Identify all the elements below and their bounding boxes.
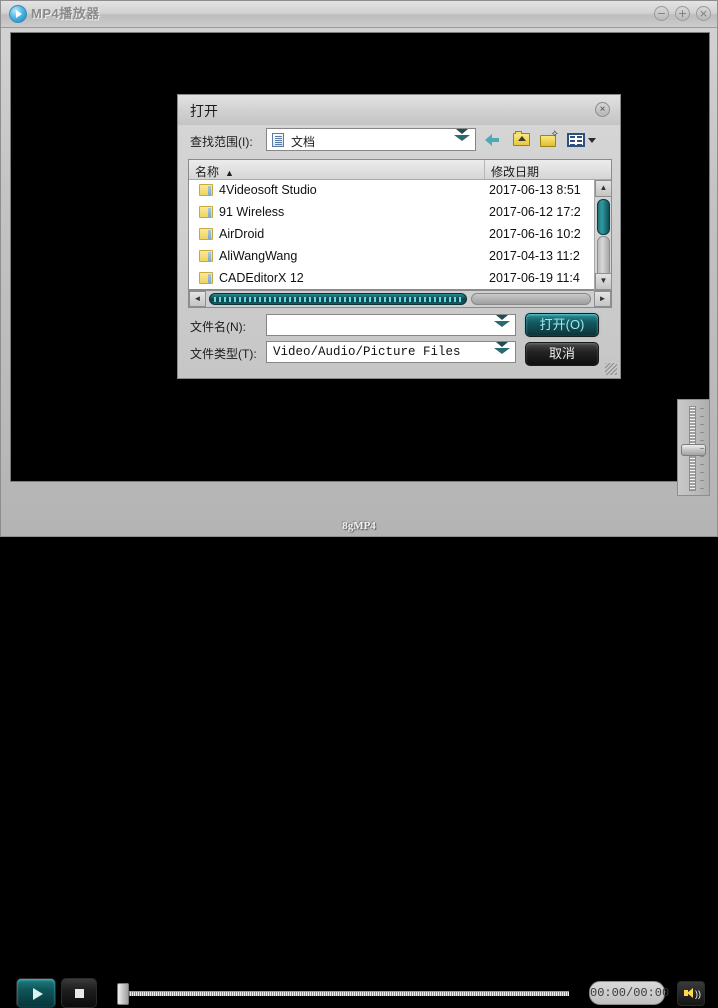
column-header-name-label: 名称: [195, 165, 220, 179]
folder-icon: [199, 206, 213, 218]
stop-button[interactable]: [61, 978, 97, 1008]
column-header-date[interactable]: 修改日期: [491, 163, 539, 180]
mp4-player-logo-icon: [9, 5, 27, 23]
scroll-down-button[interactable]: ▼: [595, 273, 612, 290]
table-row[interactable]: AirDroid 2017-06-16 10:2: [189, 224, 611, 246]
seek-slider[interactable]: [111, 978, 571, 1008]
look-in-label: 查找范围(I):: [190, 135, 253, 149]
file-name-cell: 91 Wireless: [219, 205, 285, 219]
resize-grip[interactable]: [605, 363, 617, 375]
file-type-chevron-down-icon[interactable]: [494, 342, 510, 354]
look-in-row: 查找范围(I): 文档 ✧: [178, 125, 620, 157]
look-in-combobox[interactable]: 文档: [266, 128, 476, 151]
up-folder-icon[interactable]: [511, 129, 533, 151]
maximize-button[interactable]: +: [675, 6, 690, 21]
play-button[interactable]: [16, 978, 56, 1008]
volume-tick-marks: [700, 408, 704, 490]
file-name-combobox[interactable]: [266, 314, 516, 336]
back-icon[interactable]: [484, 129, 506, 151]
folder-icon: [199, 228, 213, 240]
table-row[interactable]: 4Videosoft Studio 2017-06-13 8:51: [189, 180, 611, 202]
horizontal-scroll-thumb[interactable]: [209, 293, 467, 305]
open-file-dialog: 打开 × 查找范围(I): 文档 ✧ 名称 ▲ 修改日期 4Videosoft …: [177, 94, 621, 379]
sort-ascending-icon: ▲: [225, 168, 234, 178]
file-list-vertical-scrollbar[interactable]: ▲ ▼: [594, 180, 612, 290]
horizontal-scroll-track[interactable]: [471, 293, 591, 305]
window-controls: − + ×: [654, 6, 711, 21]
file-type-combobox[interactable]: Video/Audio/Picture Files: [266, 341, 516, 363]
chevron-down-icon[interactable]: [454, 129, 470, 141]
new-folder-icon[interactable]: ✧: [538, 129, 560, 151]
column-header-name[interactable]: 名称 ▲: [195, 163, 234, 180]
window-title: MP4播放器: [31, 6, 100, 21]
file-date-cell: 2017-04-13 11:2: [489, 249, 580, 263]
time-display: 00:00/00:00: [589, 981, 669, 1005]
file-list[interactable]: 名称 ▲ 修改日期 4Videosoft Studio 2017-06-13 8:…: [188, 159, 612, 290]
views-icon[interactable]: [566, 129, 596, 151]
file-type-value: Video/Audio/Picture Files: [273, 345, 461, 359]
table-row[interactable]: AliWangWang 2017-04-13 11:2: [189, 246, 611, 268]
file-list-rows: 4Videosoft Studio 2017-06-13 8:51 91 Wir…: [189, 180, 611, 290]
table-row[interactable]: 91 Wireless 2017-06-12 17:2: [189, 202, 611, 224]
cancel-button[interactable]: 取消: [525, 342, 599, 366]
speaker-waves-icon: )): [695, 989, 701, 999]
dialog-close-icon[interactable]: ×: [595, 102, 610, 117]
dialog-title: 打开: [190, 103, 218, 119]
file-name-cell: AliWangWang: [219, 249, 298, 263]
document-icon: [272, 133, 284, 147]
views-grid-glyph: [567, 133, 585, 147]
file-list-horizontal-scrollbar[interactable]: ◄ ►: [188, 290, 612, 308]
mp4-player-window: MP4播放器 − + × 8gMP4 00:00/00:00 )) 打开 × 查…: [0, 0, 718, 1008]
file-list-header: 名称 ▲ 修改日期: [189, 160, 611, 180]
file-name-cell: AirDroid: [219, 227, 265, 241]
folder-icon: [199, 250, 213, 262]
folder-icon: [199, 272, 213, 284]
column-divider[interactable]: [484, 160, 485, 179]
file-name-cell: 4Videosoft Studio: [219, 183, 317, 197]
vertical-scroll-thumb[interactable]: [597, 199, 610, 235]
seek-slider-track[interactable]: [129, 991, 569, 996]
file-type-label: 文件类型(T):: [190, 347, 257, 361]
file-date-cell: 2017-06-19 11:4: [489, 271, 580, 285]
file-name-label: 文件名(N):: [190, 320, 246, 334]
file-date-cell: 2017-06-13 8:51: [489, 183, 581, 197]
minimize-button[interactable]: −: [654, 6, 669, 21]
file-name-chevron-down-icon[interactable]: [494, 315, 510, 327]
status-text: 8gMP4: [342, 520, 376, 532]
file-date-cell: 2017-06-12 17:2: [489, 205, 581, 219]
volume-slider-panel[interactable]: [677, 399, 710, 496]
open-button[interactable]: 打开(O): [525, 313, 599, 337]
look-in-value: 文档: [291, 135, 316, 149]
sparkle-icon: ✧: [550, 129, 559, 140]
scroll-left-button[interactable]: ◄: [189, 291, 206, 307]
folder-icon: [199, 184, 213, 196]
file-name-cell: CADEditorX 12: [219, 271, 304, 285]
scroll-up-button[interactable]: ▲: [595, 180, 612, 197]
close-button[interactable]: ×: [696, 6, 711, 21]
seek-slider-handle[interactable]: [117, 983, 129, 1005]
table-row[interactable]: CADEditorX 12 2017-06-19 11:4: [189, 268, 611, 290]
scroll-right-button[interactable]: ►: [594, 291, 611, 307]
views-chevron-down-icon[interactable]: [588, 138, 596, 143]
player-control-bar: 8gMP4 00:00/00:00 )): [1, 484, 717, 1008]
up-arrow-glyph: [518, 136, 526, 141]
dialog-titlebar: 打开 ×: [178, 95, 620, 125]
speaker-icon: [684, 988, 693, 998]
volume-mute-button[interactable]: )): [677, 981, 705, 1006]
window-titlebar: MP4播放器 − + ×: [1, 1, 717, 28]
file-date-cell: 2017-06-16 10:2: [489, 227, 581, 241]
